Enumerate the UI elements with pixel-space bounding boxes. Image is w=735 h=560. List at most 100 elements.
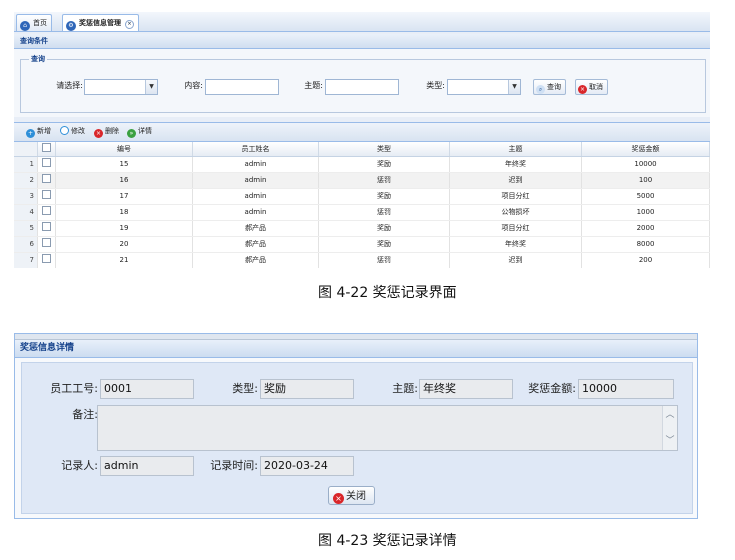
row-number: 7 xyxy=(14,253,38,268)
detail-icon: » xyxy=(127,129,136,138)
table-row[interactable]: 2 16 admin 惩罚 迟到 100 xyxy=(14,173,710,189)
cell-name: 郝产品 xyxy=(193,253,319,268)
close-button-label: 关闭 xyxy=(346,491,366,502)
cell-id: 18 xyxy=(56,205,193,220)
table-row[interactable]: 4 18 admin 惩罚 公物损坏 1000 xyxy=(14,205,710,221)
chevron-up-icon[interactable]: ︿ xyxy=(665,410,675,420)
query-fieldset: 查询 请选择: ▼ 内容: 主题: 类型: ▼ ⌕ 查询 × 取消 xyxy=(20,54,706,113)
cell-subject: 项目分红 xyxy=(450,189,582,204)
records-grid: 编号 员工姓名 类型 主题 奖惩金额 1 15 admin 奖励 年终奖 100… xyxy=(14,142,710,268)
col-amount[interactable]: 奖惩金额 xyxy=(582,142,710,156)
edit-button[interactable]: 修改 xyxy=(60,126,85,137)
remark-label: 备注: xyxy=(72,408,98,421)
cancel-button-label: 取消 xyxy=(589,83,603,91)
table-row[interactable]: 6 20 郝产品 奖励 年终奖 8000 xyxy=(14,237,710,253)
delete-button[interactable]: × 删除 xyxy=(94,126,119,138)
figure-caption-4-23: 图 4-23 奖惩记录详情 xyxy=(318,533,457,549)
detail-button[interactable]: » 详情 xyxy=(127,126,152,138)
subject-label: 主题: xyxy=(392,382,418,395)
cell-name: admin xyxy=(193,205,319,220)
tab-bar: ⌂ 首页 ⚙ 奖惩信息管理 × xyxy=(14,12,710,32)
edit-icon xyxy=(60,126,69,135)
type-field: 奖励 xyxy=(260,379,354,399)
cell-amount: 100 xyxy=(582,173,710,188)
close-icon: × xyxy=(333,493,344,504)
recorder-field: admin xyxy=(100,456,194,476)
cell-amount: 10000 xyxy=(582,157,710,172)
cell-type: 奖励 xyxy=(319,221,450,236)
table-row[interactable]: 1 15 admin 奖励 年终奖 10000 xyxy=(14,157,710,173)
cell-type: 奖励 xyxy=(319,157,450,172)
emp-no-label: 员工工号: xyxy=(50,382,98,395)
reward-detail-dialog: 奖惩信息详情 员工工号: 0001 类型: 奖励 主题: 年终奖 奖惩金额: 1… xyxy=(14,333,698,519)
grid-header: 编号 员工姓名 类型 主题 奖惩金额 xyxy=(14,142,710,157)
row-checkbox[interactable] xyxy=(38,173,56,188)
category-select[interactable]: ▼ xyxy=(84,79,158,95)
col-type[interactable]: 类型 xyxy=(319,142,450,156)
cell-subject: 公物损坏 xyxy=(450,205,582,220)
query-panel: 查询 请选择: ▼ 内容: 主题: 类型: ▼ ⌕ 查询 × 取消 xyxy=(14,49,710,117)
add-label: 新增 xyxy=(37,127,51,135)
cell-name: admin xyxy=(193,189,319,204)
chevron-down-icon[interactable]: ﹀ xyxy=(665,436,675,446)
select-all-checkbox[interactable] xyxy=(38,142,56,156)
cancel-icon: × xyxy=(578,85,587,94)
chevron-down-icon[interactable]: ▼ xyxy=(145,80,157,94)
dialog-body: 员工工号: 0001 类型: 奖励 主题: 年终奖 奖惩金额: 10000 备注… xyxy=(21,362,693,514)
row-number: 5 xyxy=(14,221,38,236)
row-checkbox[interactable] xyxy=(38,221,56,236)
col-name[interactable]: 员工姓名 xyxy=(193,142,319,156)
col-id[interactable]: 编号 xyxy=(56,142,193,156)
cell-subject: 年终奖 xyxy=(450,237,582,252)
remark-scrollbar[interactable]: ︿ ﹀ xyxy=(662,406,677,450)
cancel-button[interactable]: × 取消 xyxy=(575,79,608,95)
cell-subject: 项目分红 xyxy=(450,221,582,236)
record-time-label: 记录时间: xyxy=(210,459,258,472)
tab-home[interactable]: ⌂ 首页 xyxy=(16,14,52,31)
cell-name: admin xyxy=(193,173,319,188)
tab-close-icon[interactable]: × xyxy=(125,20,134,29)
cell-amount: 1000 xyxy=(582,205,710,220)
query-legend: 查询 xyxy=(29,54,47,64)
cell-subject: 迟到 xyxy=(450,173,582,188)
row-number: 6 xyxy=(14,237,38,252)
remark-textarea[interactable]: ︿ ﹀ xyxy=(97,405,678,451)
grid-toolbar: + 新增 修改 × 删除 » 详情 xyxy=(14,122,710,142)
chevron-down-icon[interactable]: ▼ xyxy=(508,80,520,94)
record-time-field: 2020-03-24 xyxy=(260,456,354,476)
cell-type: 惩罚 xyxy=(319,205,450,220)
query-panel-title: 查询条件 xyxy=(14,34,710,49)
tab-reward-management[interactable]: ⚙ 奖惩信息管理 × xyxy=(62,14,139,31)
table-row[interactable]: 3 17 admin 奖励 项目分红 5000 xyxy=(14,189,710,205)
cell-type: 惩罚 xyxy=(319,173,450,188)
row-number-header xyxy=(14,142,38,156)
detail-label: 详情 xyxy=(138,127,152,135)
table-row[interactable]: 7 21 郝产品 惩罚 迟到 200 xyxy=(14,253,710,268)
row-checkbox[interactable] xyxy=(38,237,56,252)
content-label: 内容: xyxy=(184,81,203,90)
row-checkbox[interactable] xyxy=(38,189,56,204)
row-number: 3 xyxy=(14,189,38,204)
recorder-label: 记录人: xyxy=(61,459,98,472)
cell-amount: 8000 xyxy=(582,237,710,252)
cell-name: 郝产品 xyxy=(193,221,319,236)
cell-type: 奖励 xyxy=(319,237,450,252)
table-row[interactable]: 5 19 郝产品 奖励 项目分红 2000 xyxy=(14,221,710,237)
row-number: 1 xyxy=(14,157,38,172)
content-input[interactable] xyxy=(205,79,279,95)
col-subject[interactable]: 主题 xyxy=(450,142,582,156)
row-checkbox[interactable] xyxy=(38,253,56,268)
row-checkbox[interactable] xyxy=(38,157,56,172)
amount-label: 奖惩金额: xyxy=(528,382,576,395)
cell-amount: 200 xyxy=(582,253,710,268)
type-select[interactable]: ▼ xyxy=(447,79,521,95)
cell-id: 17 xyxy=(56,189,193,204)
amount-field: 10000 xyxy=(578,379,674,399)
search-button[interactable]: ⌕ 查询 xyxy=(533,79,566,95)
row-checkbox[interactable] xyxy=(38,205,56,220)
add-button[interactable]: + 新增 xyxy=(26,126,51,138)
subject-input[interactable] xyxy=(325,79,399,95)
add-icon: + xyxy=(26,129,35,138)
cell-amount: 2000 xyxy=(582,221,710,236)
close-button[interactable]: × 关闭 xyxy=(328,486,375,505)
